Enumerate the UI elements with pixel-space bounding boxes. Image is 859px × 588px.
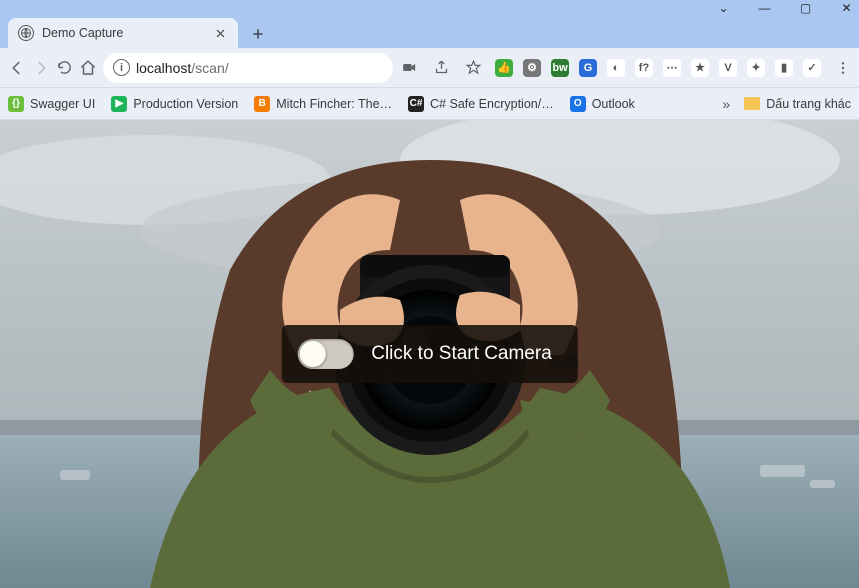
window-chevron-icon[interactable]: ⌄ <box>717 2 730 15</box>
omnibox-host: localhost <box>136 60 191 76</box>
bookmark-csharp-label: C# Safe Encryption/… <box>430 97 554 111</box>
tabstrip: Demo Capture <box>0 16 859 48</box>
extension-panel[interactable]: ▮ <box>775 59 793 77</box>
extension-puzzle[interactable]: ✦ <box>747 59 765 77</box>
bookmarks-bar: {} Swagger UI ▶ Production Version B Mitch Fi… <box>0 88 859 120</box>
other-bookmarks-label: Dấu trang khác <box>766 97 851 111</box>
omnibox-url: localhost/scan/ <box>136 60 229 76</box>
bookmark-outlook[interactable]: O Outlook <box>570 96 635 112</box>
bookmark-outlook-label: Outlook <box>592 97 635 111</box>
toggle-knob <box>299 341 325 367</box>
bookmark-prod-icon: ▶ <box>111 96 127 112</box>
nav-forward-button[interactable] <box>32 54 50 82</box>
nav-back-button[interactable] <box>8 54 26 82</box>
chrome-menu-button[interactable] <box>833 58 853 78</box>
share-icon[interactable] <box>431 58 451 78</box>
bookmark-swagger-label: Swagger UI <box>30 97 95 111</box>
extension-wappalyzer[interactable]: f? <box>635 59 653 77</box>
extension-bw[interactable]: bw <box>551 59 569 77</box>
other-bookmarks[interactable]: Dấu trang khác <box>744 97 851 111</box>
window-close-button[interactable]: ✕ <box>840 2 853 15</box>
extension-gear[interactable]: ⚙ <box>523 59 541 77</box>
new-tab-button[interactable] <box>244 20 272 48</box>
bookmark-mitch[interactable]: B Mitch Fincher: The… <box>254 96 392 112</box>
extensions-area: 👍 ⚙ bw G ◐ f? ⋯ ★ V ✦ ▮ ✓ <box>495 59 821 77</box>
bookmark-prod-label: Production Version <box>133 97 238 111</box>
extension-translate[interactable]: G <box>579 59 597 77</box>
bookmark-mitch-label: Mitch Fincher: The… <box>276 97 392 111</box>
extension-green-thumb[interactable]: 👍 <box>495 59 513 77</box>
omnibox-path: /scan/ <box>191 60 228 76</box>
bookmark-csharp[interactable]: C# C# Safe Encryption/… <box>408 96 554 112</box>
extension-similarweb[interactable]: ◐ <box>607 59 625 77</box>
camera-toggle-panel: Click to Start Camera <box>281 325 578 383</box>
camera-toggle[interactable] <box>297 339 353 369</box>
window-titlebar: ⌄ — ▢ ✕ <box>0 0 859 16</box>
bookmark-swagger[interactable]: {} Swagger UI <box>8 96 95 112</box>
bookmark-mitch-icon: B <box>254 96 270 112</box>
bookmarks-overflow-button[interactable]: » <box>722 96 730 112</box>
extension-star-orange[interactable]: ★ <box>691 59 709 77</box>
site-info-icon[interactable]: i <box>113 59 130 76</box>
folder-icon <box>744 97 760 110</box>
omnibox[interactable]: i localhost/scan/ <box>103 53 393 83</box>
extension-dots[interactable]: ⋯ <box>663 59 681 77</box>
bookmark-prod[interactable]: ▶ Production Version <box>111 96 238 112</box>
bookmark-swagger-icon: {} <box>8 96 24 112</box>
extension-vue[interactable]: V <box>719 59 737 77</box>
bookmark-csharp-icon: C# <box>408 96 424 112</box>
bookmark-outlook-icon: O <box>570 96 586 112</box>
nav-reload-button[interactable] <box>56 54 73 82</box>
page-viewport: Click to Start Camera <box>0 120 859 588</box>
tab-active[interactable]: Demo Capture <box>8 18 238 48</box>
tab-close-button[interactable] <box>212 25 228 41</box>
globe-icon <box>18 25 34 41</box>
extension-avast[interactable]: ✓ <box>803 59 821 77</box>
tab-title: Demo Capture <box>42 26 123 40</box>
window-minimize-button[interactable]: — <box>758 2 771 15</box>
camera-indicator-icon[interactable] <box>399 58 419 78</box>
bookmark-star-icon[interactable] <box>463 58 483 78</box>
camera-toggle-label: Click to Start Camera <box>371 343 552 365</box>
nav-home-button[interactable] <box>79 54 97 82</box>
window-maximize-button[interactable]: ▢ <box>799 2 812 15</box>
toolbar-right: 👍 ⚙ bw G ◐ f? ⋯ ★ V ✦ ▮ ✓ <box>399 58 853 78</box>
toolbar: i localhost/scan/ 👍 ⚙ bw G ◐ f? ⋯ ★ V ✦ ▮ ✓ <box>0 48 859 88</box>
